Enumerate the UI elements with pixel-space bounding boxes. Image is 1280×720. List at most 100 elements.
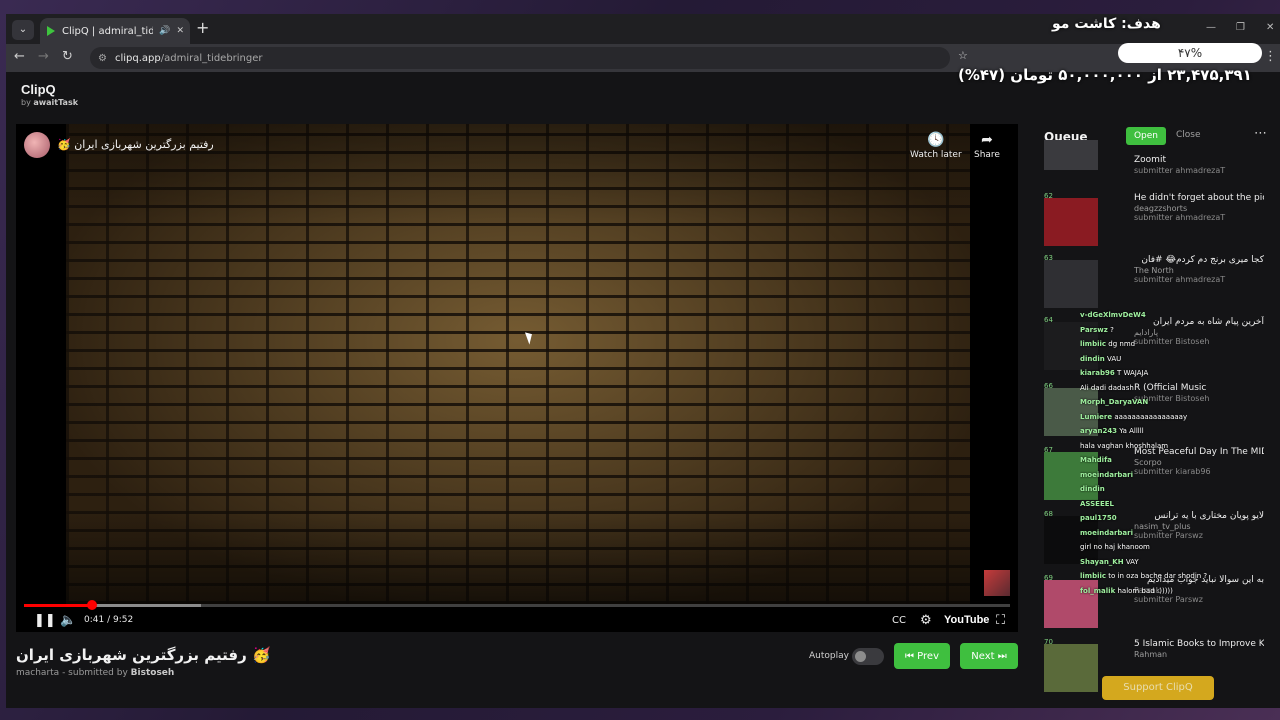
by-label: by: [21, 98, 31, 107]
video-player[interactable]: رفتیم بزرگترین شهربازی ایران 🥳 🕓 Watch l…: [16, 124, 1018, 632]
watch-later-label: Watch later: [910, 150, 962, 160]
queue-open-button[interactable]: Open: [1126, 127, 1166, 145]
time-display: 0:41 / 9:52: [84, 615, 134, 625]
queue-more-icon[interactable]: ⋯: [1254, 126, 1266, 141]
chat-text: girl no haj khanoom: [1080, 543, 1150, 551]
chat-text: VAU: [1107, 354, 1122, 363]
forward-icon[interactable]: →: [38, 49, 49, 64]
chat-message: fol_malik halom bad :))))): [1080, 584, 1280, 599]
chat-username: Mahdifa: [1080, 456, 1112, 464]
chat-message: Mahdifa: [1080, 453, 1280, 468]
fullscreen-icon[interactable]: ⛶: [996, 613, 1005, 628]
chat-text: dg nmd: [1108, 340, 1136, 348]
queue-item-submitter: submitter ahmadrezaT: [1134, 275, 1226, 284]
youtube-logo[interactable]: YouTube: [944, 614, 989, 626]
window-close-icon[interactable]: ✕: [1266, 22, 1274, 33]
queue-item-thumbnail[interactable]: [1044, 198, 1098, 246]
progress-played: [24, 604, 93, 607]
video-frame: [66, 124, 970, 604]
minimize-icon[interactable]: —: [1206, 22, 1216, 33]
share-label: Share: [974, 150, 1000, 160]
queue-item-text: کجا میری برنج دم کردم😂 #فان The North subm…: [1134, 254, 1264, 284]
chat-message: Ali dadi dadash: [1080, 381, 1280, 396]
audio-icon[interactable]: 🔊: [159, 26, 170, 36]
chat-username: limbiic: [1080, 340, 1107, 348]
next-button[interactable]: Next ⏭: [960, 643, 1018, 669]
chat-username: Lumiere: [1080, 412, 1113, 421]
chat-text: Ya Alllll: [1119, 427, 1144, 435]
chat-username: dindin: [1080, 354, 1105, 363]
share-icon: ➦: [981, 132, 993, 148]
channel-avatar[interactable]: [24, 132, 50, 158]
chat-text: T WAJAJA: [1116, 369, 1149, 377]
address-bar[interactable]: ⚙ clipq.app/admiral_tidebringer: [90, 47, 950, 69]
donation-goal: هدف: کاشت مو: [1052, 16, 1161, 32]
screen: ⌄ ClipQ | admiral_tidebringer 🔊 ✕ + — ❐ …: [0, 0, 1280, 720]
brand-title: ClipQ: [21, 82, 56, 97]
queue-item-title: He didn't forget about the picture 😭❤️ #…: [1134, 193, 1264, 203]
browser-tab-active[interactable]: ClipQ | admiral_tidebringer 🔊 ✕: [40, 18, 190, 44]
chat-message: moeindarbari: [1080, 526, 1280, 541]
queue-close-button[interactable]: Close: [1176, 130, 1201, 140]
chat-message: moeindarbari: [1080, 468, 1280, 483]
now-playing-title: رفتیم بزرگترین شهربازی ایران 🥳: [16, 646, 271, 664]
new-tab-button[interactable]: +: [196, 18, 209, 37]
chat-message: ASSEEEL: [1080, 497, 1280, 512]
site-info-icon[interactable]: ⚙: [98, 53, 107, 64]
chat-message: girl no haj khanoom: [1080, 540, 1280, 555]
clock-icon: 🕓: [927, 132, 945, 148]
chat-username: fol_malik: [1080, 586, 1116, 595]
chat-message: Shayan_KH VAY: [1080, 555, 1280, 570]
prev-button[interactable]: ⏮ Prev: [894, 643, 950, 669]
chat-username: Shayan_KH: [1080, 557, 1124, 566]
chat-message: hala vaghan khoshhalam: [1080, 439, 1280, 454]
queue-item-text: He didn't forget about the picture 😭❤️ #…: [1134, 192, 1264, 222]
queue-item-thumbnail[interactable]: [1044, 260, 1098, 308]
queue-item-submitter: submitter ahmadrezaT: [1134, 166, 1226, 175]
queue-item-text: Zoomit submitter ahmadrezaT: [1134, 154, 1264, 175]
chat-username: Parswz: [1080, 325, 1108, 334]
by-author: awaitTask: [33, 98, 79, 107]
support-clipq-button[interactable]: Support ClipQ: [1102, 676, 1214, 700]
back-icon[interactable]: ←: [14, 49, 25, 64]
queue-item-channel: deagzzshorts: [1134, 204, 1188, 213]
autoplay-toggle[interactable]: [852, 648, 884, 665]
now-playing-channel[interactable]: macharta: [16, 668, 59, 678]
tab-search-dropdown[interactable]: ⌄: [12, 20, 34, 40]
volume-icon[interactable]: 🔈: [60, 613, 76, 628]
stream-chat-overlay: v-dGeXlmvDeW4 Parswz ? limbiic dg nmd dind…: [1080, 308, 1280, 698]
chat-text: hala vaghan khoshhalam: [1080, 441, 1169, 450]
share-button[interactable]: ➦ Share: [974, 132, 1000, 160]
chat-username: moeindarbari: [1080, 470, 1134, 479]
brand-byline: by awaitTask: [21, 98, 78, 107]
browser-menu-icon[interactable]: ⋮: [1264, 49, 1277, 64]
restore-icon[interactable]: ❐: [1236, 22, 1245, 33]
video-overlay-title[interactable]: رفتیم بزرگترین شهربازی ایران 🥳: [57, 138, 214, 151]
chat-message: paul1750: [1080, 511, 1280, 526]
bookmark-star-icon[interactable]: ☆: [958, 49, 968, 62]
watch-later-button[interactable]: 🕓 Watch later: [910, 132, 962, 160]
reload-icon[interactable]: ↻: [62, 49, 73, 64]
chat-message: aryan243 Ya Alllll: [1080, 424, 1280, 439]
donation-progress: ۴۷%: [1118, 43, 1262, 63]
queue-item-title: کجا میری برنج دم کردم😂 #فان: [1141, 255, 1264, 265]
now-playing-meta: macharta - submitted by Bistoseh: [16, 668, 174, 678]
settings-gear-icon[interactable]: ⚙: [920, 613, 932, 628]
chat-text: halom bad :))))): [1117, 586, 1173, 595]
progress-scrubber[interactable]: [87, 600, 98, 610]
chat-message: kiarab96 T WAJAJA: [1080, 366, 1280, 381]
progress-bar[interactable]: [24, 600, 1010, 610]
captions-icon[interactable]: CC: [892, 615, 906, 626]
chat-username: v-dGeXlmvDeW4: [1080, 311, 1146, 319]
chat-message: Parswz ?: [1080, 323, 1280, 338]
chat-username: limbiic: [1080, 572, 1107, 580]
chat-message: dindin VAU: [1080, 352, 1280, 367]
channel-watermark[interactable]: [984, 570, 1010, 596]
toggle-knob: [855, 651, 866, 662]
close-tab-icon[interactable]: ✕: [176, 26, 184, 36]
queue-item-submitter: submitter ahmadrezaT: [1134, 213, 1226, 222]
player-controls: ❚❚ 🔈 0:41 / 9:52 CC ⚙ YouTube ⛶: [16, 612, 1018, 632]
pause-icon[interactable]: ❚❚: [34, 613, 56, 628]
queue-item-thumbnail[interactable]: [1044, 140, 1098, 170]
chat-message: Morph_DaryaVAN: [1080, 395, 1280, 410]
